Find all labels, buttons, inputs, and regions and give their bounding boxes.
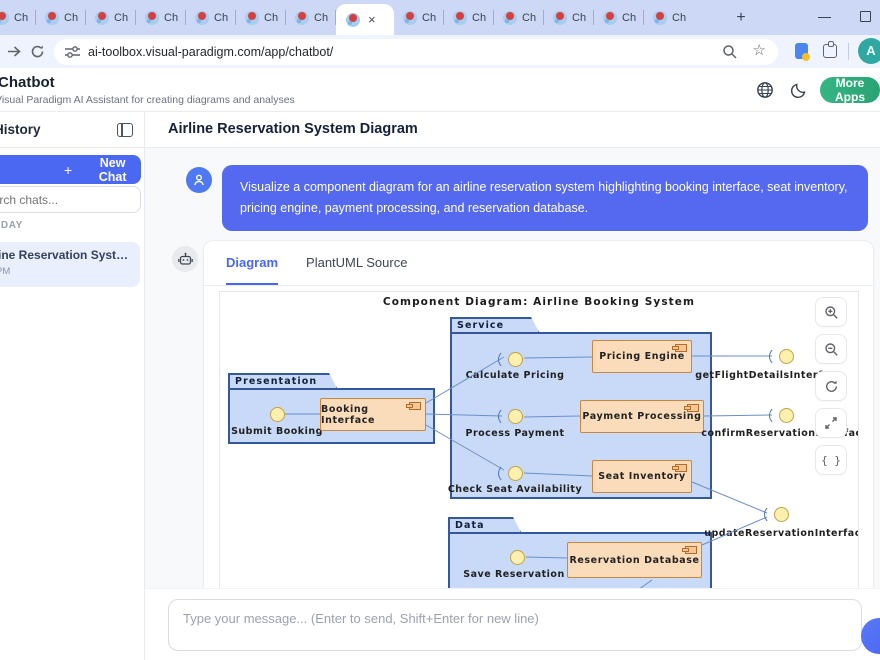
visual-paradigm-favicon	[245, 11, 259, 25]
extension-icon[interactable]	[795, 43, 808, 59]
tab-diagram[interactable]: Diagram	[226, 241, 278, 285]
interface-update-reservation	[774, 507, 789, 522]
visual-paradigm-favicon	[0, 11, 9, 25]
browser-tab[interactable]: Ch	[394, 0, 444, 35]
connector-lines	[220, 292, 859, 588]
window-maximize-button[interactable]	[860, 11, 871, 22]
message-input-bar	[145, 588, 880, 660]
conversation-header: Airline Reservation System Diagram	[145, 112, 880, 148]
reload-icon[interactable]	[29, 43, 46, 60]
more-apps-button[interactable]: More Apps	[820, 77, 880, 103]
visual-paradigm-favicon	[45, 11, 59, 25]
main-panel: Airline Reservation System Diagram Visua…	[145, 112, 880, 660]
plus-icon: +	[64, 162, 72, 178]
new-tab-button[interactable]: +	[731, 8, 751, 28]
app-subtitle: Visual Paradigm AI Assistant for creatin…	[0, 94, 295, 106]
view-code-button[interactable]: { }	[815, 445, 847, 475]
browser-tab[interactable]: Ch	[544, 0, 594, 35]
tab-plantuml-source[interactable]: PlantUML Source	[306, 241, 407, 285]
search-chats-input[interactable]	[0, 186, 141, 213]
port-calculate-pricing	[508, 352, 523, 367]
new-chat-button[interactable]: + New Chat	[0, 155, 141, 184]
zoom-out-button[interactable]	[815, 334, 847, 364]
sidebar-title: History	[0, 122, 41, 137]
port-process-payment	[508, 409, 523, 424]
visual-paradigm-favicon	[295, 11, 309, 25]
browser-tab[interactable]: Ch	[136, 0, 186, 35]
visual-paradigm-favicon	[195, 11, 209, 25]
site-settings-icon[interactable]	[65, 46, 80, 58]
visual-paradigm-favicon	[145, 11, 159, 25]
browser-tab-active[interactable]: ×	[336, 4, 394, 35]
browser-toolbar: ai-toolbox.visual-paradigm.com/app/chatb…	[0, 35, 880, 68]
port-check-seat-availability	[508, 466, 523, 481]
browser-tab-strip: Ch Ch Ch Ch Ch Ch Ch × Ch Ch Ch Ch Ch Ch…	[0, 0, 880, 35]
person-icon	[192, 173, 206, 187]
user-avatar	[186, 167, 212, 193]
zoom-page-icon[interactable]	[722, 44, 738, 60]
interface-get-flight-details	[779, 349, 794, 364]
today-section-label: TODAY	[0, 220, 23, 231]
window-minimize-button[interactable]	[818, 17, 831, 18]
port-save-reservation	[510, 550, 525, 565]
url-text: ai-toolbox.visual-paradigm.com/app/chatb…	[88, 45, 333, 59]
fullscreen-button[interactable]	[815, 408, 847, 438]
extensions-menu-icon[interactable]	[823, 44, 837, 58]
diagram-response-card: Diagram PlantUML Source Component Diagra…	[203, 240, 874, 588]
chat-item-title: Airline Reservation System Dia...	[0, 248, 130, 262]
chat-item-time: PM	[0, 266, 130, 277]
new-chat-label: New Chat	[84, 156, 141, 184]
forward-icon[interactable]	[5, 43, 22, 60]
canvas-controls: { }	[815, 297, 847, 475]
app-header: Chatbot Visual Paradigm AI Assistant for…	[0, 68, 880, 112]
browser-tab[interactable]: Ch	[594, 0, 644, 35]
robot-icon	[178, 252, 193, 266]
tab-close-icon[interactable]: ×	[368, 13, 376, 26]
browser-tab[interactable]: Ch	[36, 0, 86, 35]
browser-tab[interactable]: Ch	[286, 0, 336, 35]
browser-tab[interactable]: Ch	[186, 0, 236, 35]
bot-avatar	[172, 246, 198, 272]
browser-tab[interactable]: Ch	[0, 0, 36, 35]
visual-paradigm-favicon	[403, 11, 417, 25]
page-title: Airline Reservation System Diagram	[168, 121, 418, 137]
reset-view-button[interactable]	[815, 371, 847, 401]
dark-mode-moon-icon[interactable]	[790, 81, 808, 99]
zoom-in-button[interactable]	[815, 297, 847, 327]
browser-tab[interactable]: Ch	[86, 0, 136, 35]
visual-paradigm-favicon	[603, 11, 617, 25]
browser-tab[interactable]: Ch	[444, 0, 494, 35]
user-message-bubble: Visualize a component diagram for an air…	[222, 165, 868, 231]
visual-paradigm-favicon	[653, 11, 667, 25]
chat-area: Visualize a component diagram for an air…	[145, 148, 880, 588]
collapse-sidebar-icon[interactable]	[117, 123, 133, 137]
send-button[interactable]	[861, 618, 880, 654]
browser-tab[interactable]: Ch	[236, 0, 286, 35]
chat-history-item[interactable]: Airline Reservation System Dia... PM	[0, 242, 140, 287]
diagram-canvas[interactable]: Component Diagram: Airline Booking Syste…	[219, 291, 859, 588]
language-globe-icon[interactable]	[756, 81, 774, 99]
profile-avatar[interactable]: A	[858, 38, 880, 64]
visual-paradigm-favicon	[553, 11, 567, 25]
history-sidebar: History + New Chat TODAY Airline Reservat…	[0, 112, 145, 660]
app-title: Chatbot	[0, 74, 55, 91]
sidebar-header: History	[0, 112, 144, 148]
visual-paradigm-favicon	[346, 13, 360, 27]
address-bar[interactable]: ai-toolbox.visual-paradigm.com/app/chatb…	[54, 39, 778, 65]
browser-tab[interactable]: Ch	[494, 0, 544, 35]
interface-confirm-reservation	[779, 408, 794, 423]
toolbar-divider	[848, 43, 849, 60]
visual-paradigm-favicon	[503, 11, 517, 25]
diagram-tab-bar: Diagram PlantUML Source	[204, 241, 873, 286]
browser-window: Ch Ch Ch Ch Ch Ch Ch × Ch Ch Ch Ch Ch Ch…	[0, 0, 880, 660]
browser-tab[interactable]: Ch	[644, 0, 694, 35]
port-submit-booking	[270, 407, 285, 422]
visual-paradigm-favicon	[453, 11, 467, 25]
visual-paradigm-favicon	[95, 11, 109, 25]
bookmark-star-icon[interactable]: ☆	[753, 41, 766, 59]
message-input[interactable]	[168, 599, 862, 651]
